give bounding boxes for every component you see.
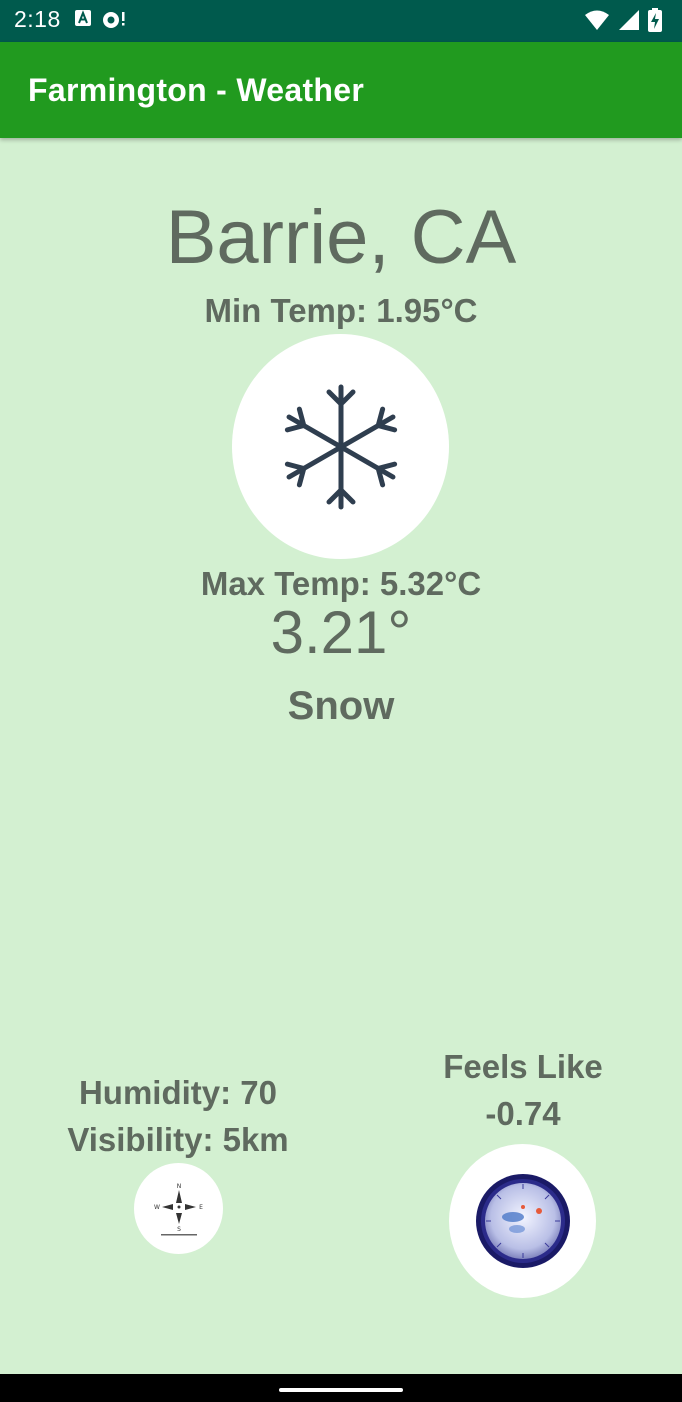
thermometer-gauge-icon [475,1174,570,1268]
svg-text:N: N [176,1183,181,1190]
feels-like-image [449,1144,596,1298]
wifi-icon [585,10,609,30]
status-bar: 2:18 [0,0,682,42]
status-notification-icons [74,9,126,29]
battery-charging-icon [648,8,662,32]
feels-like-label: Feels Like [443,1048,603,1085]
cell-signal-icon [619,10,639,30]
camera-alert-icon [103,12,125,28]
navigation-bar [0,1374,682,1402]
weather-condition-image [232,334,449,559]
humidity: Humidity: 70 [78,1074,278,1111]
svg-text:S: S [177,1226,181,1233]
snowflake-icon [284,384,397,509]
app-title: Farmington - Weather [28,72,365,108]
status-system-icons [584,8,662,32]
visibility: Visibility: 5km [67,1121,289,1158]
text-a-icon [75,10,91,26]
compass-icon: N S W E [154,1183,203,1235]
city-name: Barrie, CA [165,195,517,280]
svg-text:W: W [154,1204,160,1211]
feels-like-value: -0.74 [485,1095,561,1132]
current-temperature: 3.21° [270,599,412,666]
app-bar: Farmington - Weather [0,42,682,138]
svg-text:E: E [199,1204,203,1211]
min-temp: Min Temp: 1.95°C [204,292,478,329]
status-time: 2:18 [14,6,61,32]
weather-condition: Snow [287,684,395,728]
home-gesture-handle[interactable] [279,1388,403,1392]
wind-compass-image: N S W E [134,1163,223,1254]
